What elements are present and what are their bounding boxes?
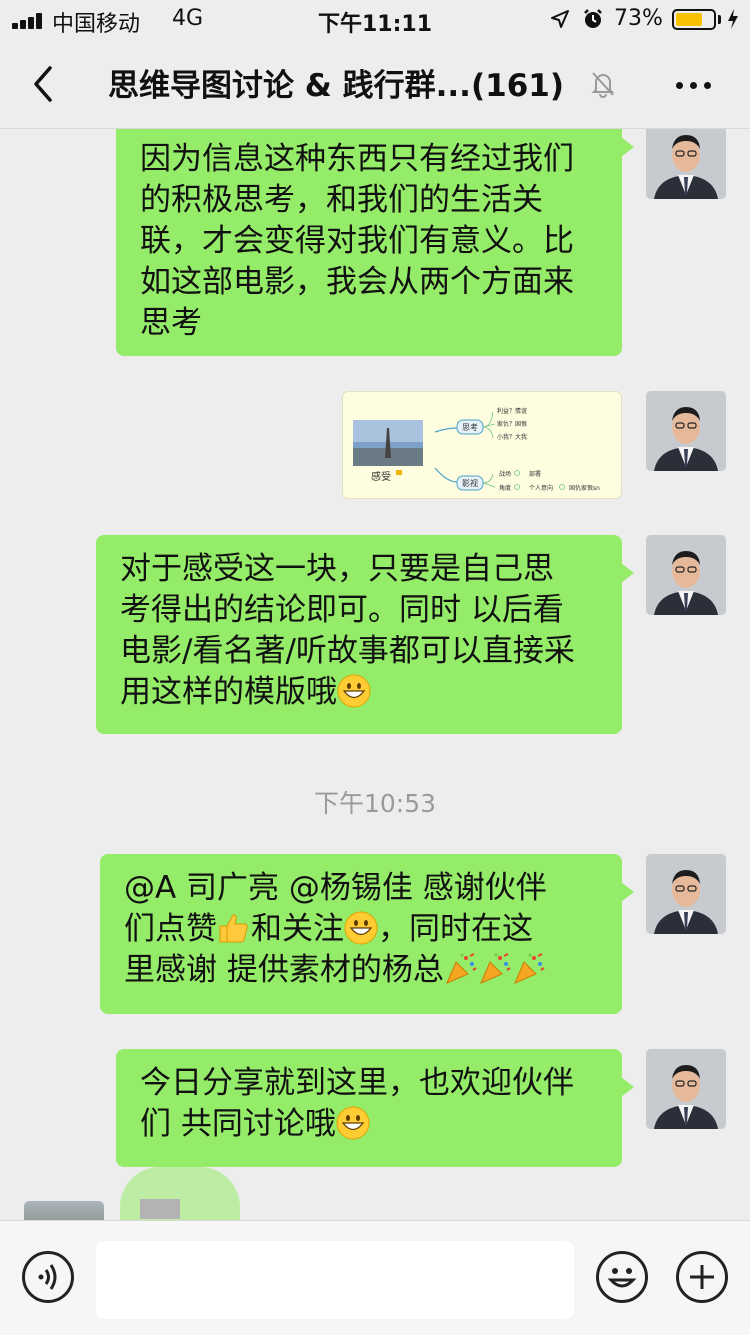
chevron-left-icon[interactable] — [28, 62, 58, 106]
message-line: 们 共同讨论哦 — [140, 1104, 598, 1145]
emoji-icon[interactable] — [596, 1251, 648, 1303]
group-name: 思维导图讨论 & 践行群... — [108, 68, 471, 104]
timestamp: 下午10:53 — [313, 789, 437, 818]
mindmap-leaf: 利益？情谊 — [497, 408, 528, 415]
avatar-image — [646, 129, 726, 199]
party-popper-icon — [513, 953, 545, 984]
grinning-emoji-icon — [336, 1106, 370, 1140]
mindmap-leaf: 小我？大我 — [497, 434, 528, 441]
message-line: 如这部电影，我会从两个方面来 — [140, 264, 574, 300]
mindmap-node: 影视 — [462, 479, 478, 488]
member-count: (161) — [470, 68, 564, 104]
party-popper-icon — [479, 953, 511, 984]
message-input[interactable] — [96, 1241, 574, 1319]
mindmap-leaf: 部署 — [529, 471, 542, 478]
charging-icon — [728, 9, 738, 29]
voice-icon[interactable] — [22, 1251, 74, 1303]
message-line: @A 司广亮 @杨锡佳 感谢伙伴 — [124, 870, 547, 906]
avatar[interactable] — [24, 1201, 104, 1220]
thumbs-up-icon — [219, 914, 248, 943]
mindmap-leaf: 个人意向 — [529, 485, 554, 492]
avatar-image — [646, 1049, 726, 1129]
avatar[interactable] — [646, 391, 726, 471]
message-line: 用这样的模版哦 — [120, 672, 598, 713]
battery-level — [676, 13, 702, 26]
message-line: 联，才会变得对我们有意义。比 — [140, 223, 574, 259]
message-line: 里感谢 提供素材的杨总 — [124, 950, 598, 991]
alarm-icon — [584, 9, 602, 28]
chat-header: 思维导图讨论 & 践行群...(161) — [0, 40, 750, 129]
mindmap-leaf: 国仇家恨sn — [569, 485, 600, 492]
battery-icon — [672, 9, 716, 30]
message-bubble[interactable]: 对于感受这一块，只要是自己思 考得出的结论即可。同时 以后看 电影/看名著/听故… — [96, 535, 634, 734]
battery-cap — [718, 15, 721, 24]
avatar[interactable] — [646, 854, 726, 934]
message-bubble[interactable]: 因为信息这种东西只有经过我们 的积极思考，和我们的生活关 联，才会变得对我们有意… — [116, 129, 634, 356]
message-line: 的积极思考，和我们的生活关 — [140, 182, 543, 218]
avatar-image — [646, 391, 726, 471]
message-list[interactable]: 因为信息这种东西只有经过我们 的积极思考，和我们的生活关 联，才会变得对我们有意… — [0, 129, 750, 1220]
message-line: 考得出的结论即可。同时 以后看 — [120, 592, 564, 628]
input-bar — [0, 1220, 750, 1335]
message-line: 思考 — [140, 305, 202, 341]
party-popper-icon — [445, 953, 477, 984]
mindmap-center-label: 感受 — [371, 472, 391, 483]
message-line: 因为信息这种东西只有经过我们 — [140, 141, 574, 177]
mindmap-leaf: 家仇？国恨 — [497, 421, 528, 428]
image-message[interactable]: 感受 思考 影视 利益？情谊 家仇？国恨 小我？大我 战场 部署 角度 个人意向… — [342, 391, 622, 499]
avatar[interactable] — [646, 129, 726, 199]
message-bubble[interactable]: 今日分享就到这里，也欢迎伙伴 们 共同讨论哦 — [116, 1049, 634, 1167]
partial-message[interactable] — [120, 1167, 240, 1220]
message-bubble[interactable]: @A 司广亮 @杨锡佳 感谢伙伴 们点赞 和关注 ，同时在这 里感谢 提供素材的杨总 — [100, 854, 634, 1014]
plus-icon[interactable] — [676, 1251, 728, 1303]
message-line: 对于感受这一块，只要是自己思 — [120, 551, 554, 587]
grinning-emoji-icon — [337, 674, 371, 708]
avatar[interactable] — [646, 535, 726, 615]
message-line: 电影/看名著/听故事都可以直接采 — [120, 633, 575, 669]
mindmap-node: 思考 — [462, 423, 478, 432]
avatar[interactable] — [646, 1049, 726, 1129]
avatar-image — [646, 535, 726, 615]
location-icon — [551, 10, 569, 28]
battery-percent: 73% — [614, 6, 663, 31]
mindmap-leaf: 战场 — [499, 471, 512, 478]
message-line: 今日分享就到这里，也欢迎伙伴 — [140, 1065, 574, 1101]
grinning-emoji-icon — [344, 911, 378, 945]
message-line: 们点赞 和关注 ，同时在这 — [124, 911, 533, 947]
chat-title: 思维导图讨论 & 践行群...(161) — [108, 60, 564, 105]
avatar-image — [646, 854, 726, 934]
sender-name-blurred — [140, 1199, 180, 1219]
bell-off-icon — [591, 72, 615, 98]
more-dots-icon[interactable] — [672, 70, 716, 98]
status-bar: 中国移动 4G 下午11:11 73% — [0, 0, 750, 40]
mindmap-leaf: 角度 — [499, 485, 512, 492]
